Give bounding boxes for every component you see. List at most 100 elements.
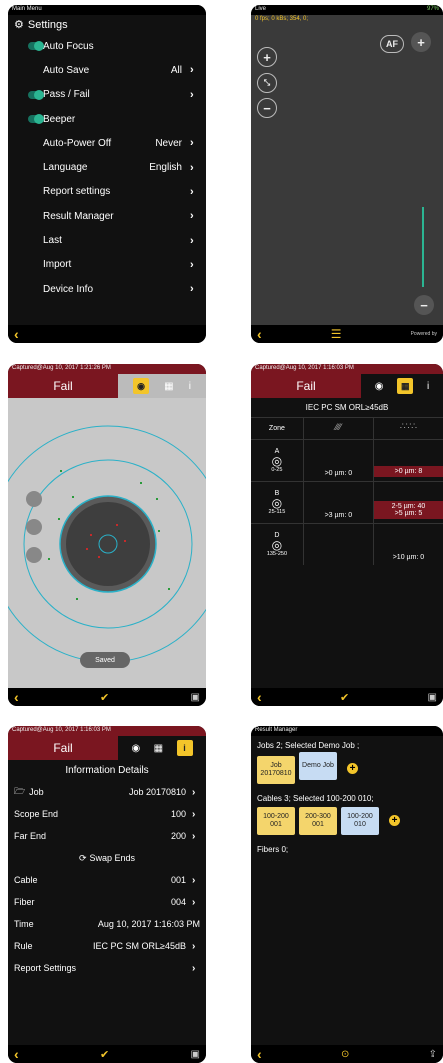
- folder-item[interactable]: Job 20170810: [257, 756, 295, 784]
- export-icon[interactable]: ⇪: [429, 1049, 437, 1060]
- cable-row[interactable]: Cable 001 ›: [8, 869, 206, 891]
- settings-row[interactable]: Import ›: [8, 253, 206, 277]
- checkmark-icon[interactable]: ✔: [100, 691, 109, 704]
- zone-row: D ◎ 135-250 >10 µm: 0: [251, 523, 443, 565]
- fail-badge: Fail: [251, 374, 361, 398]
- checkmark-icon[interactable]: ✔: [340, 691, 349, 704]
- job-row[interactable]: 🗁 Job Job 20170810 ›: [8, 781, 206, 803]
- settings-row[interactable]: Auto Save All ›: [8, 58, 206, 82]
- fiber-image-tab-icon[interactable]: ◉: [375, 381, 384, 392]
- chevron-right-icon: ›: [190, 161, 194, 174]
- focus-slider[interactable]: [422, 207, 424, 287]
- table-tab-icon[interactable]: ▦: [164, 381, 173, 392]
- zoom-out-icon[interactable]: [26, 547, 42, 563]
- zoom-out-icon[interactable]: −: [257, 98, 277, 118]
- zoom-in-icon[interactable]: [26, 491, 42, 507]
- bottom-bar: ‹ ✔ ▣: [251, 688, 443, 706]
- zone-row: B ◎ 25-115 >3 µm: 0 2-5 µm: 40 >5 µm: 5: [251, 481, 443, 523]
- back-chevron-icon[interactable]: ‹: [14, 1045, 19, 1063]
- chevron-right-icon: ›: [190, 185, 194, 198]
- settings-header: ⚙ Settings: [8, 15, 206, 34]
- settings-row[interactable]: Beeper: [8, 107, 206, 131]
- defect-cell: >10 µm: 0: [374, 524, 443, 565]
- toggle-switch[interactable]: [28, 113, 44, 124]
- info-tab-icon[interactable]: i: [176, 740, 193, 756]
- checkmark-icon[interactable]: ✔: [100, 1048, 109, 1061]
- settings-row[interactable]: Report settings ›: [8, 180, 206, 204]
- info-tab-icon[interactable]: i: [427, 381, 429, 392]
- chevron-right-icon: ›: [192, 786, 196, 798]
- info-tab-icon[interactable]: i: [189, 381, 191, 392]
- back-chevron-icon[interactable]: ‹: [14, 325, 19, 343]
- scratch-cell: >3 µm: 0: [304, 482, 374, 523]
- defect-value: 2-5 µm: 40 >5 µm: 5: [373, 501, 443, 519]
- save-icon[interactable]: ▣: [428, 692, 437, 703]
- live-view[interactable]: 0 fps; 0 kBs; 354, 0; + ⤡ − AF + −: [251, 15, 443, 325]
- swap-ends-label: Swap Ends: [89, 853, 136, 863]
- scope-end-row[interactable]: Scope End 100 ›: [8, 803, 206, 825]
- menu-icon[interactable]: ☰: [331, 327, 342, 341]
- gear-icon: ⚙: [14, 19, 24, 31]
- live-screen: Live 97% 0 fps; 0 kBs; 354, 0; + ⤡ − AF …: [251, 5, 443, 343]
- scratch-cell: >0 µm: 0: [304, 440, 374, 481]
- settings-row[interactable]: Auto-Power Off Never ›: [8, 131, 206, 155]
- capture-timestamp: Captured@Aug 10, 2017 1:16:03 PM: [255, 365, 354, 371]
- cables-list: 100-200 001200-300 001100-200 010: [257, 805, 383, 835]
- settings-row[interactable]: Last ›: [8, 228, 206, 252]
- back-chevron-icon[interactable]: ‹: [257, 688, 262, 706]
- bottom-bar: ‹ ☰ Powered by: [251, 325, 443, 343]
- settings-row[interactable]: Result Manager ›: [8, 204, 206, 228]
- fiber-image[interactable]: Saved: [8, 398, 206, 688]
- back-chevron-icon[interactable]: ‹: [14, 688, 19, 706]
- jobs-summary: Jobs 2; Selected Demo Job ;: [257, 741, 360, 750]
- swap-icon: ⟳: [78, 852, 87, 863]
- fit-screen-icon[interactable]: ⤡: [257, 73, 277, 93]
- far-end-row[interactable]: Far End 200 ›: [8, 825, 206, 847]
- folder-item[interactable]: 100-200 001: [257, 807, 295, 835]
- settings-row[interactable]: Auto Focus: [8, 34, 206, 58]
- toggle-switch[interactable]: [28, 89, 44, 100]
- brightness-plus-icon[interactable]: +: [411, 32, 431, 52]
- live-stats: 0 fps; 0 kBs; 354, 0;: [255, 16, 309, 22]
- zoom-in-icon[interactable]: +: [257, 47, 277, 67]
- status-bar: Main Menu: [8, 5, 206, 15]
- job-value: Job 20170810: [128, 787, 186, 797]
- brightness-minus-icon[interactable]: −: [414, 295, 434, 315]
- save-icon[interactable]: ▣: [191, 1049, 200, 1060]
- fiber-image-tab-icon[interactable]: ◉: [131, 743, 140, 754]
- settings-row[interactable]: Language English ›: [8, 155, 206, 179]
- cables-folders: 100-200 001200-300 001100-200 010 +: [251, 805, 443, 835]
- fit-screen-icon[interactable]: [26, 519, 42, 535]
- fiber-image-tab-icon[interactable]: ◉: [133, 378, 150, 394]
- table-tab-icon[interactable]: ▦: [397, 378, 414, 394]
- fibers-summary: Fibers 0;: [257, 845, 289, 854]
- rule-row[interactable]: Rule IEC PC SM ORL≥45dB ›: [8, 935, 206, 957]
- status-bar: Live 97%: [251, 5, 443, 15]
- add-cable-icon[interactable]: +: [389, 814, 400, 826]
- scope-end-value: 100: [170, 809, 186, 819]
- autofocus-button[interactable]: AF: [380, 35, 404, 53]
- table-tab-icon[interactable]: ▦: [154, 743, 163, 754]
- toggle-switch[interactable]: [28, 41, 44, 51]
- jobs-folders: Job 20170810Demo Job +: [251, 752, 443, 784]
- zone-range: 25-115: [268, 509, 286, 515]
- swap-ends-button[interactable]: ⟳ Swap Ends: [8, 847, 206, 869]
- target-icon[interactable]: ⊙: [341, 1049, 349, 1060]
- settings-row[interactable]: Pass / Fail ›: [8, 83, 206, 107]
- defect-cell: >0 µm: 8: [373, 440, 443, 481]
- fail-badge: Fail: [8, 374, 118, 398]
- zone-table: Zone ⁄⁄⁄⁄ ∴∵∴ A ◎ 0-25 >0 µm: 0 >0 µm: 8 B ◎ 25…: [251, 417, 443, 565]
- folder-item[interactable]: 100-200 010: [341, 807, 379, 835]
- fiber-row[interactable]: Fiber 004 ›: [8, 891, 206, 913]
- add-job-icon[interactable]: +: [347, 762, 358, 774]
- report-settings-row[interactable]: Report Settings ›: [8, 957, 206, 979]
- save-icon[interactable]: ▣: [191, 692, 200, 703]
- scope-end-label: Scope End: [14, 809, 59, 819]
- settings-row[interactable]: Device Info ›: [8, 277, 206, 301]
- folder-item[interactable]: Demo Job: [299, 752, 337, 780]
- back-chevron-icon[interactable]: ‹: [257, 325, 262, 343]
- settings-row-label: Beeper: [43, 113, 76, 125]
- folder-item[interactable]: 200-300 001: [299, 807, 337, 835]
- defect-icon: ∴∵∴: [399, 421, 418, 431]
- back-chevron-icon[interactable]: ‹: [257, 1045, 262, 1063]
